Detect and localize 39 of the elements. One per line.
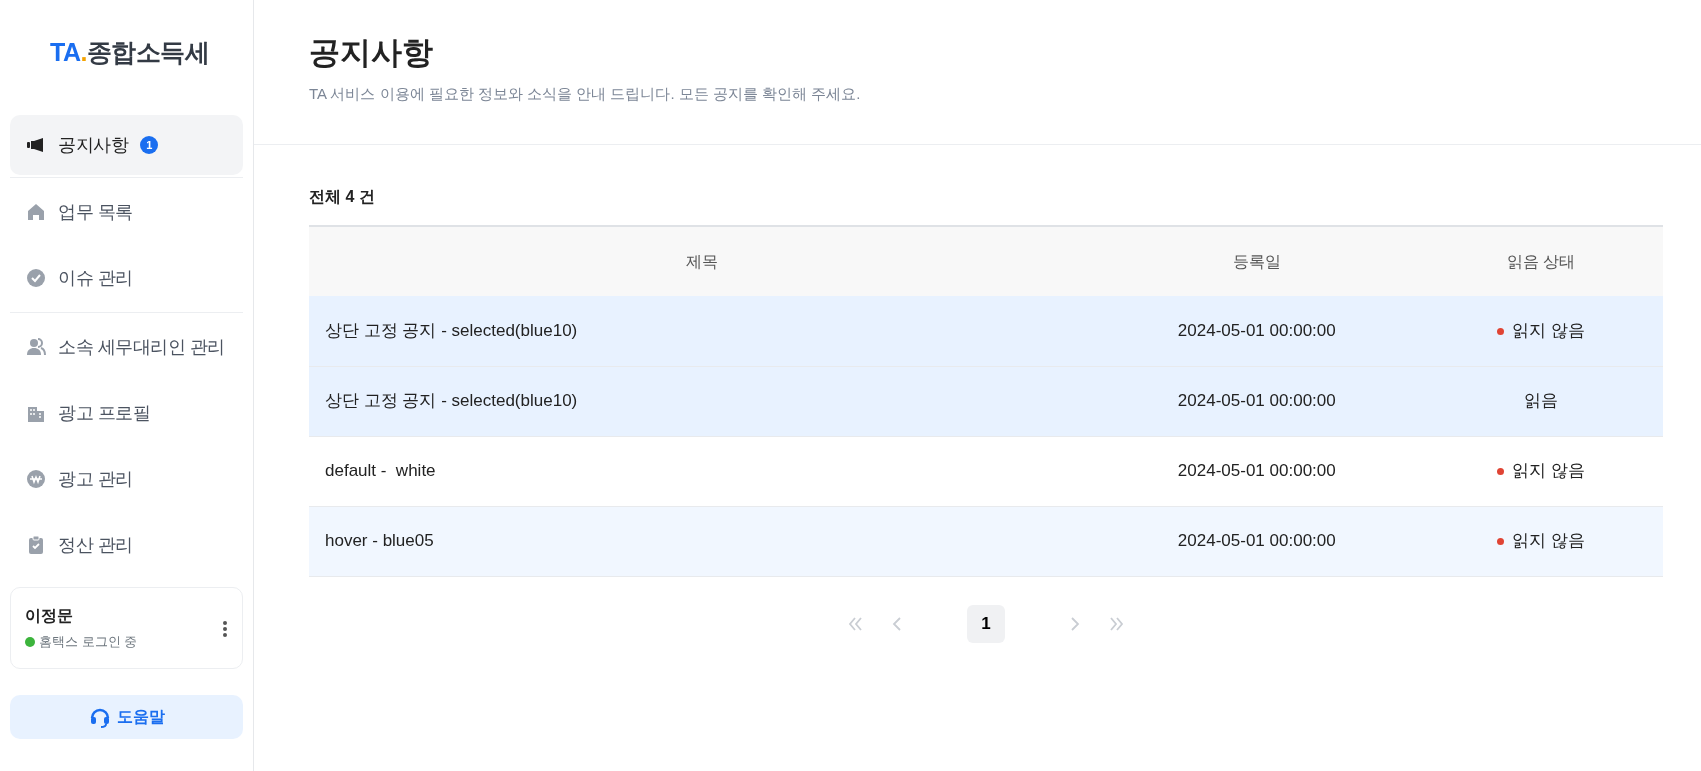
logo: TA.종합소득세 xyxy=(49,37,211,68)
nav-item[interactable]: 정산 관리 xyxy=(10,513,243,577)
read-status: 읽지 않음 xyxy=(1497,531,1585,551)
nav-item[interactable]: 이슈 관리 xyxy=(10,246,243,310)
nav-item[interactable]: 소속 세무대리인 관리 xyxy=(10,315,243,379)
date-text: 2024-05-01 00:00:00 xyxy=(1177,531,1336,551)
notice-title: 상단 고정 공지 - selected(blue10) xyxy=(325,321,578,340)
check-circle-icon xyxy=(26,268,46,288)
notice-title: 상단 고정 공지 - selected(blue10) xyxy=(325,391,578,411)
people-icon xyxy=(26,337,46,357)
date-text: 2024-05-01 00:00:00 xyxy=(1177,321,1336,340)
nav-item[interactable]: 공지사항 1 xyxy=(10,115,243,175)
column-header: 제목 xyxy=(309,226,1095,296)
clipboard-check-icon xyxy=(26,535,46,555)
notice-title: default - white xyxy=(325,461,436,481)
user-name: 이정문 xyxy=(25,606,74,626)
megaphone-icon xyxy=(26,135,46,155)
login-status: 홈택스 로그인 중 xyxy=(39,633,138,651)
read-status: 읽음 xyxy=(1524,391,1559,411)
notice-row[interactable]: default - white 2024-05-01 00:00:00 읽지 않음 xyxy=(309,436,1663,506)
notice-title: hover - blue05 xyxy=(325,531,434,551)
page-subtitle: TA 서비스 이용에 필요한 정보와 소식을 안내 드립니다. 모든 공지를 확인해 주세요. xyxy=(309,84,862,105)
won-coin-icon xyxy=(26,469,46,489)
status-dot xyxy=(25,636,35,647)
count-badge: 1 xyxy=(140,136,158,154)
column-header: 읽음 상태 xyxy=(1419,226,1663,296)
nav-item[interactable]: 광고 프로필 xyxy=(10,381,243,445)
read-status: 읽지 않음 xyxy=(1497,321,1585,340)
nav-item[interactable]: 광고 관리 xyxy=(10,447,243,511)
date-text: 2024-05-01 00:00:00 xyxy=(1177,461,1336,481)
date-text: 2024-05-01 00:00:00 xyxy=(1177,391,1336,411)
column-header: 등록일 xyxy=(1094,226,1420,296)
page-title: 공지사항 xyxy=(309,34,434,72)
total-count: 전체 4 건 xyxy=(309,187,376,207)
read-status: 읽지 않음 xyxy=(1497,461,1585,481)
page-button[interactable]: 1 xyxy=(967,604,1005,643)
house-icon xyxy=(26,202,46,222)
help-button[interactable]: 도움말 xyxy=(10,694,243,739)
nav-item[interactable]: 업무 목록 xyxy=(10,180,243,244)
